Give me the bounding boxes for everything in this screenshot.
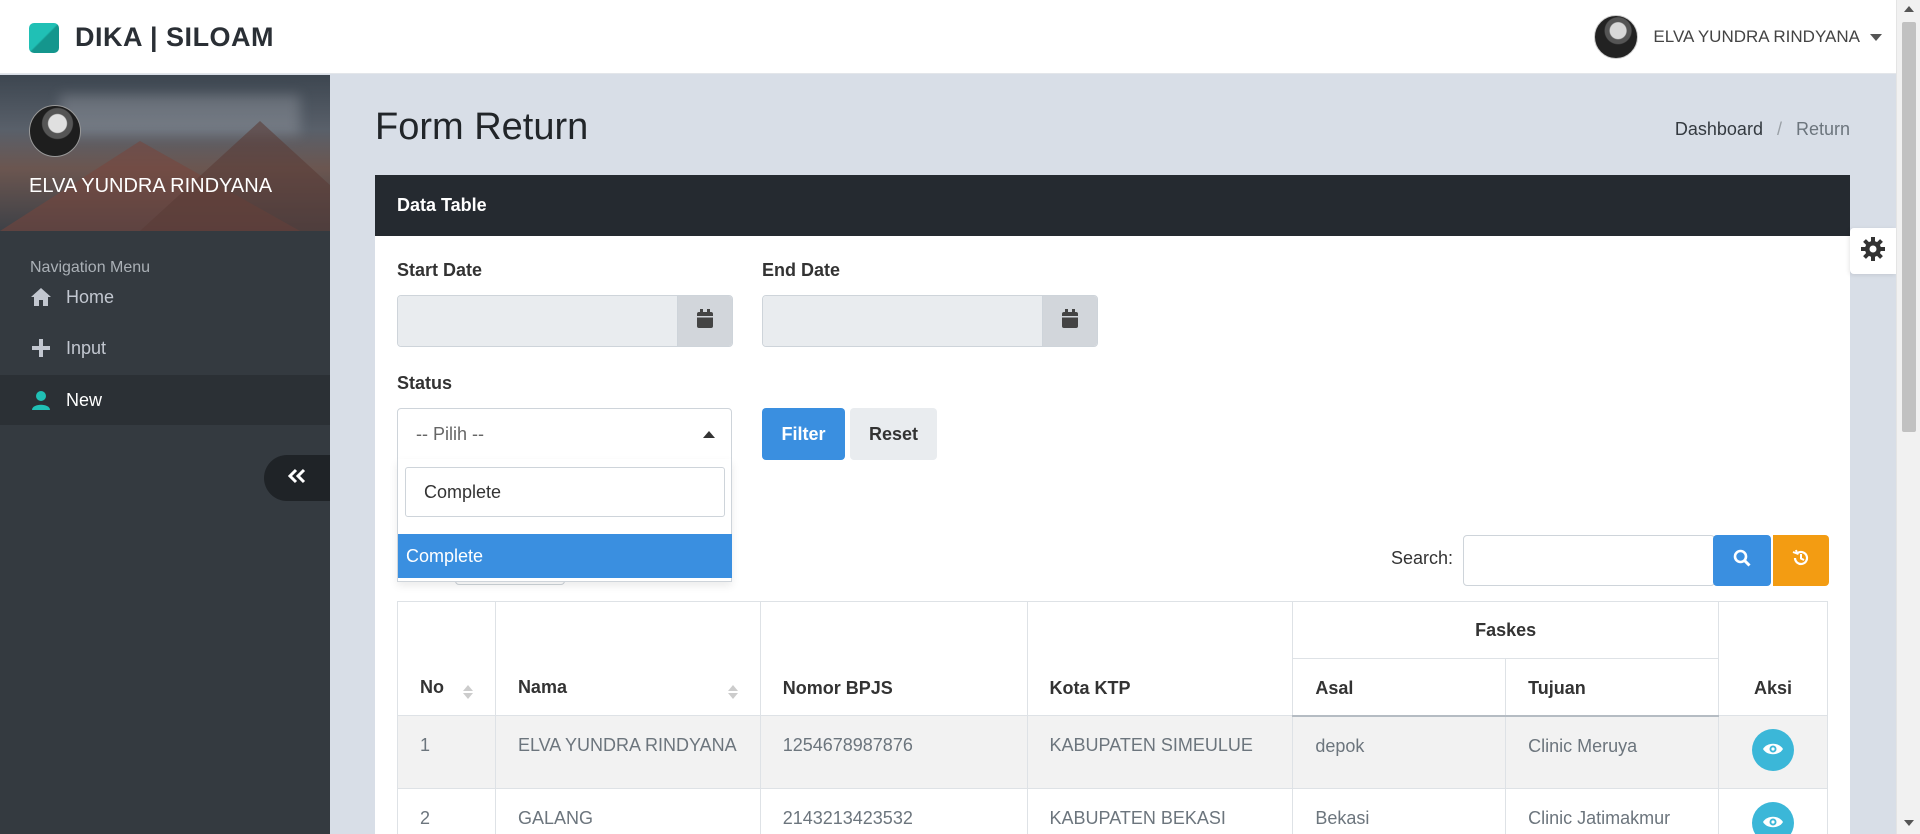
breadcrumb-current: Return <box>1795 119 1850 139</box>
start-date-input[interactable] <box>398 296 677 346</box>
table-row: 1 ELVA YUNDRA RINDYANA 1254678987876 KAB… <box>397 715 1829 789</box>
status-select-value: -- Pilih -- <box>416 423 484 444</box>
sidebar-avatar <box>29 105 81 157</box>
home-icon <box>30 286 52 308</box>
cell-asal: depok <box>1292 715 1507 789</box>
status-select[interactable]: -- Pilih -- <box>397 408 732 460</box>
calendar-icon <box>1061 308 1079 334</box>
scroll-up-arrow-icon[interactable] <box>1904 6 1914 12</box>
user-menu[interactable]: ELVA YUNDRA RINDYANA <box>1594 15 1882 59</box>
page-title: Form Return <box>375 106 589 148</box>
end-date-input[interactable] <box>763 296 1042 346</box>
caret-up-icon <box>703 431 715 438</box>
cell-aksi <box>1717 788 1829 834</box>
cell-kota-ktp: KABUPATEN BEKASI <box>1026 788 1294 834</box>
search-button[interactable] <box>1713 535 1771 586</box>
eye-icon <box>1762 740 1784 761</box>
view-button[interactable] <box>1751 802 1794 834</box>
page-scrollbar[interactable] <box>1896 0 1920 834</box>
plus-icon <box>30 337 52 359</box>
scroll-down-arrow-icon[interactable] <box>1904 820 1914 826</box>
breadcrumb: Dashboard / Return <box>1675 119 1850 140</box>
sidebar-item-label: Input <box>66 337 107 358</box>
end-date-picker-button[interactable] <box>1042 296 1097 346</box>
breadcrumb-separator: / <box>1776 119 1782 139</box>
sidebar-user-name: ELVA YUNDRA RINDYANA <box>29 175 273 197</box>
history-button[interactable] <box>1773 535 1829 586</box>
top-navbar: DIKA | SILOAM ELVA YUNDRA RINDYANA <box>0 0 1896 74</box>
view-button[interactable] <box>1751 729 1794 771</box>
start-date-label: Start Date <box>397 260 483 280</box>
cell-asal: Bekasi <box>1292 788 1507 834</box>
avatar <box>1594 15 1639 59</box>
search-icon <box>1733 549 1751 572</box>
calendar-icon <box>696 308 714 334</box>
column-header-nama[interactable]: Nama <box>494 601 761 716</box>
cell-aksi <box>1717 715 1829 789</box>
eye-icon <box>1762 813 1784 834</box>
reset-button[interactable]: Reset <box>850 408 937 460</box>
sidebar-item-input[interactable]: Input <box>0 323 330 373</box>
sidebar-item-label: New <box>66 389 103 410</box>
cell-kota-ktp: KABUPATEN SIMEULUE <box>1026 715 1294 789</box>
sidebar-user-panel: ELVA YUNDRA RINDYANA <box>0 75 330 231</box>
search-label: Search: <box>1391 548 1454 568</box>
cell-nama: ELVA YUNDRA RINDYANA <box>494 715 761 789</box>
cell-no: 1 <box>397 715 496 789</box>
status-dropdown: Complete Complete <box>397 459 732 582</box>
filter-button[interactable]: Filter <box>762 408 845 460</box>
column-header-tujuan: Tujuan <box>1505 658 1719 717</box>
cell-nomor-bpjs: 2143213423532 <box>759 788 1028 834</box>
start-date-group <box>397 295 733 347</box>
return-table: No Nama Nomor BPJS Kota KTP Faskes Aksi … <box>397 601 1829 834</box>
column-header-asal: Asal <box>1292 658 1507 717</box>
start-date-picker-button[interactable] <box>677 296 732 346</box>
sidebar-item-new[interactable]: New <box>0 375 330 425</box>
settings-button[interactable] <box>1850 228 1896 274</box>
end-date-label: End Date <box>762 260 841 280</box>
column-header-aksi: Aksi <box>1717 601 1829 716</box>
cell-nama: GALANG <box>494 788 761 834</box>
brand[interactable]: DIKA | SILOAM <box>29 22 274 53</box>
column-header-faskes: Faskes <box>1292 601 1719 659</box>
sidebar-item-label: Home <box>66 286 115 307</box>
data-table-card: Data Table Start Date End Date Status --… <box>375 175 1850 834</box>
cell-tujuan: Clinic Meruya <box>1505 715 1719 789</box>
sort-icon <box>727 685 738 699</box>
dropdown-search-input[interactable]: Complete <box>405 467 725 517</box>
cell-tujuan: Clinic Jatimakmur <box>1505 788 1719 834</box>
user-name: ELVA YUNDRA RINDYANA <box>1653 27 1860 46</box>
sort-icon <box>462 685 473 699</box>
double-chevron-left-icon <box>287 468 306 489</box>
sidebar-item-home[interactable]: Home <box>0 272 330 322</box>
end-date-group <box>762 295 1098 347</box>
brand-logo-icon <box>29 22 59 53</box>
sidebar: ELVA YUNDRA RINDYANA Navigation Menu Hom… <box>0 75 330 834</box>
card-header: Data Table <box>375 175 1850 236</box>
cell-no: 2 <box>397 788 496 834</box>
search-input[interactable] <box>1463 535 1715 586</box>
column-header-nomor-bpjs: Nomor BPJS <box>759 601 1028 716</box>
caret-down-icon <box>1870 33 1882 41</box>
scrollbar-thumb[interactable] <box>1902 22 1916 432</box>
breadcrumb-dashboard[interactable]: Dashboard <box>1675 119 1763 140</box>
gear-icon <box>1860 236 1886 267</box>
user-icon <box>30 389 52 411</box>
history-icon <box>1792 549 1810 572</box>
dropdown-option-complete[interactable]: Complete <box>398 534 732 578</box>
status-label: Status <box>397 373 453 393</box>
brand-title: DIKA | SILOAM <box>75 22 275 52</box>
column-header-no[interactable]: No <box>397 601 496 716</box>
cell-nomor-bpjs: 1254678987876 <box>759 715 1028 789</box>
sidebar-collapse-button[interactable] <box>264 455 330 501</box>
column-header-kota-ktp: Kota KTP <box>1026 601 1294 716</box>
table-row: 2 GALANG 2143213423532 KABUPATEN BEKASI … <box>397 788 1829 834</box>
